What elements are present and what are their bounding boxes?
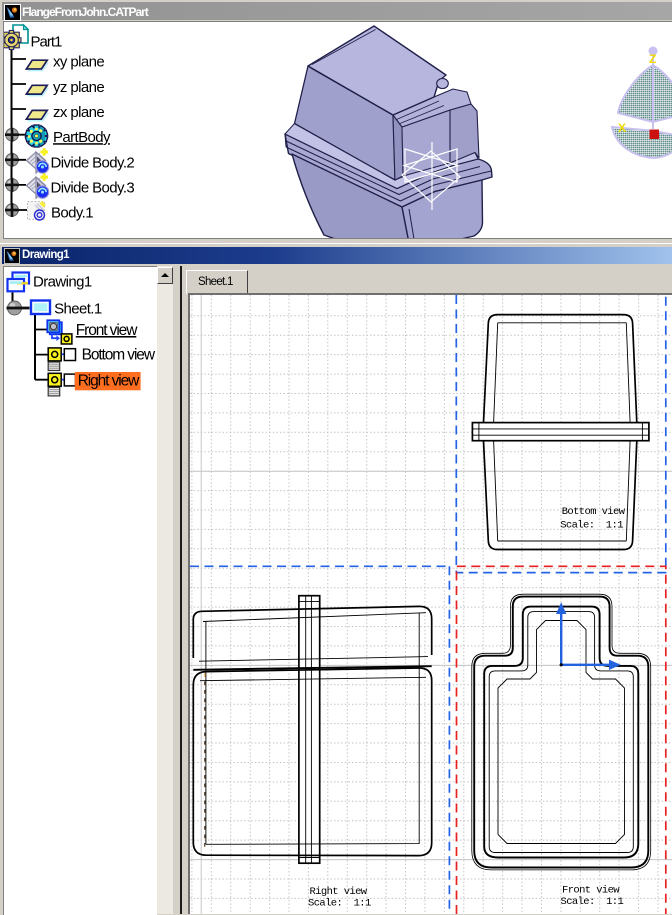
svg-text:Divide Body.3: Divide Body.3 [51,179,135,196]
svg-text:Scale: 1:1: Scale: 1:1 [561,896,624,908]
svg-text:Scale: 1:1: Scale: 1:1 [560,520,623,532]
svg-text:Sheet.1: Sheet.1 [54,300,102,317]
svg-text:Front view: Front view [76,322,138,339]
svg-text:X: X [618,121,626,135]
svg-text:Right view: Right view [78,373,140,390]
svg-text:Bottom view: Bottom view [82,346,156,363]
svg-text:yz plane: yz plane [53,79,104,96]
svg-text:Front view: Front view [562,885,620,897]
svg-text:PartBody: PartBody [53,129,111,146]
svg-text:Drawing1: Drawing1 [33,274,92,291]
svg-text:Bottom view: Bottom view [562,506,626,518]
svg-text:Body.1: Body.1 [51,205,93,222]
svg-text:Scale: 1:1: Scale: 1:1 [308,898,371,910]
svg-text:Right view: Right view [310,886,368,898]
svg-text:Part1: Part1 [31,34,63,51]
svg-text:zx plane: zx plane [53,104,104,121]
svg-text:Divide Body.2: Divide Body.2 [51,154,135,171]
svg-text:xy plane: xy plane [53,54,104,71]
svg-text:Z: Z [649,52,656,66]
